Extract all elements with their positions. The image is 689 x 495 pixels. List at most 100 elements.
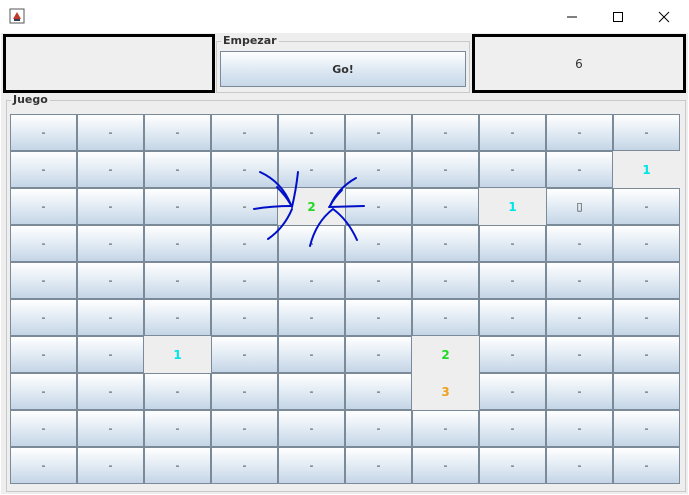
cell-r1-c3[interactable]: -	[211, 151, 278, 188]
cell-r7-c8[interactable]: -	[546, 373, 613, 410]
cell-r3-c5[interactable]: -	[345, 225, 412, 262]
cell-r5-c1[interactable]: -	[77, 299, 144, 336]
cell-r3-c7[interactable]: -	[479, 225, 546, 262]
cell-r0-c9[interactable]: -	[613, 114, 680, 151]
cell-r5-c7[interactable]: -	[479, 299, 546, 336]
minimize-button[interactable]	[549, 0, 595, 33]
cell-r2-c6[interactable]: -	[412, 188, 479, 225]
cell-r4-c9[interactable]: -	[613, 262, 680, 299]
cell-r3-c8[interactable]: -	[546, 225, 613, 262]
cell-r7-c4[interactable]: -	[278, 373, 345, 410]
cell-r5-c8[interactable]: -	[546, 299, 613, 336]
cell-r1-c0[interactable]: -	[10, 151, 77, 188]
cell-r3-c6[interactable]: -	[412, 225, 479, 262]
cell-r4-c6[interactable]: -	[412, 262, 479, 299]
go-button[interactable]: Go!	[220, 51, 466, 87]
cell-r9-c6[interactable]: -	[412, 447, 479, 484]
cell-r6-c0[interactable]: -	[10, 336, 77, 373]
cell-r3-c3[interactable]: -	[211, 225, 278, 262]
cell-r6-c1[interactable]: -	[77, 336, 144, 373]
cell-r7-c2[interactable]: -	[144, 373, 211, 410]
cell-r8-c7[interactable]: -	[479, 410, 546, 447]
cell-r2-c0[interactable]: -	[10, 188, 77, 225]
cell-r9-c2[interactable]: -	[144, 447, 211, 484]
cell-r2-c3[interactable]: -	[211, 188, 278, 225]
cell-r8-c1[interactable]: -	[77, 410, 144, 447]
cell-r0-c4[interactable]: -	[278, 114, 345, 151]
cell-r8-c8[interactable]: -	[546, 410, 613, 447]
cell-r1-c1[interactable]: -	[77, 151, 144, 188]
cell-r5-c4[interactable]: -	[278, 299, 345, 336]
cell-r2-c7[interactable]: 1	[479, 188, 546, 225]
cell-r3-c2[interactable]: -	[144, 225, 211, 262]
cell-r8-c3[interactable]: -	[211, 410, 278, 447]
cell-r7-c9[interactable]: -	[613, 373, 680, 410]
cell-r2-c2[interactable]: -	[144, 188, 211, 225]
cell-r3-c9[interactable]: -	[613, 225, 680, 262]
cell-r4-c8[interactable]: -	[546, 262, 613, 299]
cell-r1-c2[interactable]: -	[144, 151, 211, 188]
cell-r3-c0[interactable]: -	[10, 225, 77, 262]
cell-r9-c1[interactable]: -	[77, 447, 144, 484]
cell-r2-c9[interactable]: -	[613, 188, 680, 225]
cell-r6-c2[interactable]: 1	[144, 336, 211, 373]
cell-r8-c9[interactable]: -	[613, 410, 680, 447]
cell-r5-c3[interactable]: -	[211, 299, 278, 336]
cell-r5-c2[interactable]: -	[144, 299, 211, 336]
cell-r0-c0[interactable]: -	[10, 114, 77, 151]
cell-r6-c5[interactable]: -	[345, 336, 412, 373]
cell-r1-c7[interactable]: -	[479, 151, 546, 188]
cell-r2-c1[interactable]: -	[77, 188, 144, 225]
cell-r9-c0[interactable]: -	[10, 447, 77, 484]
cell-r4-c5[interactable]: -	[345, 262, 412, 299]
cell-r9-c9[interactable]: -	[613, 447, 680, 484]
cell-r6-c9[interactable]: -	[613, 336, 680, 373]
close-button[interactable]	[641, 0, 687, 33]
cell-r9-c8[interactable]: -	[546, 447, 613, 484]
cell-r5-c5[interactable]: -	[345, 299, 412, 336]
cell-r7-c0[interactable]: -	[10, 373, 77, 410]
cell-r6-c8[interactable]: -	[546, 336, 613, 373]
cell-r3-c1[interactable]: -	[77, 225, 144, 262]
cell-r0-c7[interactable]: -	[479, 114, 546, 151]
cell-r4-c0[interactable]: -	[10, 262, 77, 299]
cell-r6-c7[interactable]: -	[479, 336, 546, 373]
cell-r1-c5[interactable]: -	[345, 151, 412, 188]
cell-r7-c5[interactable]: -	[345, 373, 412, 410]
cell-r4-c4[interactable]: -	[278, 262, 345, 299]
cell-r8-c2[interactable]: -	[144, 410, 211, 447]
cell-r0-c8[interactable]: -	[546, 114, 613, 151]
cell-r0-c2[interactable]: -	[144, 114, 211, 151]
cell-r2-c4[interactable]: 2	[278, 188, 345, 225]
cell-r8-c0[interactable]: -	[10, 410, 77, 447]
cell-r0-c1[interactable]: -	[77, 114, 144, 151]
cell-r6-c6[interactable]: 2	[412, 336, 479, 373]
cell-r1-c9[interactable]: 1	[613, 151, 680, 188]
cell-r2-c5[interactable]: -	[345, 188, 412, 225]
cell-r5-c6[interactable]: -	[412, 299, 479, 336]
cell-r7-c1[interactable]: -	[77, 373, 144, 410]
cell-r4-c7[interactable]: -	[479, 262, 546, 299]
cell-r6-c4[interactable]: -	[278, 336, 345, 373]
cell-r8-c5[interactable]: -	[345, 410, 412, 447]
cell-r2-c8[interactable]: ▯	[546, 188, 613, 225]
cell-r0-c6[interactable]: -	[412, 114, 479, 151]
cell-r8-c4[interactable]: -	[278, 410, 345, 447]
cell-r4-c3[interactable]: -	[211, 262, 278, 299]
cell-r8-c6[interactable]: -	[412, 410, 479, 447]
cell-r6-c3[interactable]: -	[211, 336, 278, 373]
cell-r5-c9[interactable]: -	[613, 299, 680, 336]
cell-r0-c3[interactable]: -	[211, 114, 278, 151]
cell-r5-c0[interactable]: -	[10, 299, 77, 336]
cell-r4-c1[interactable]: -	[77, 262, 144, 299]
cell-r0-c5[interactable]: -	[345, 114, 412, 151]
cell-r3-c4[interactable]: -	[278, 225, 345, 262]
cell-r9-c4[interactable]: -	[278, 447, 345, 484]
cell-r4-c2[interactable]: -	[144, 262, 211, 299]
cell-r9-c7[interactable]: -	[479, 447, 546, 484]
cell-r7-c3[interactable]: -	[211, 373, 278, 410]
cell-r1-c4[interactable]: -	[278, 151, 345, 188]
cell-r1-c6[interactable]: -	[412, 151, 479, 188]
cell-r1-c8[interactable]: -	[546, 151, 613, 188]
cell-r9-c5[interactable]: -	[345, 447, 412, 484]
